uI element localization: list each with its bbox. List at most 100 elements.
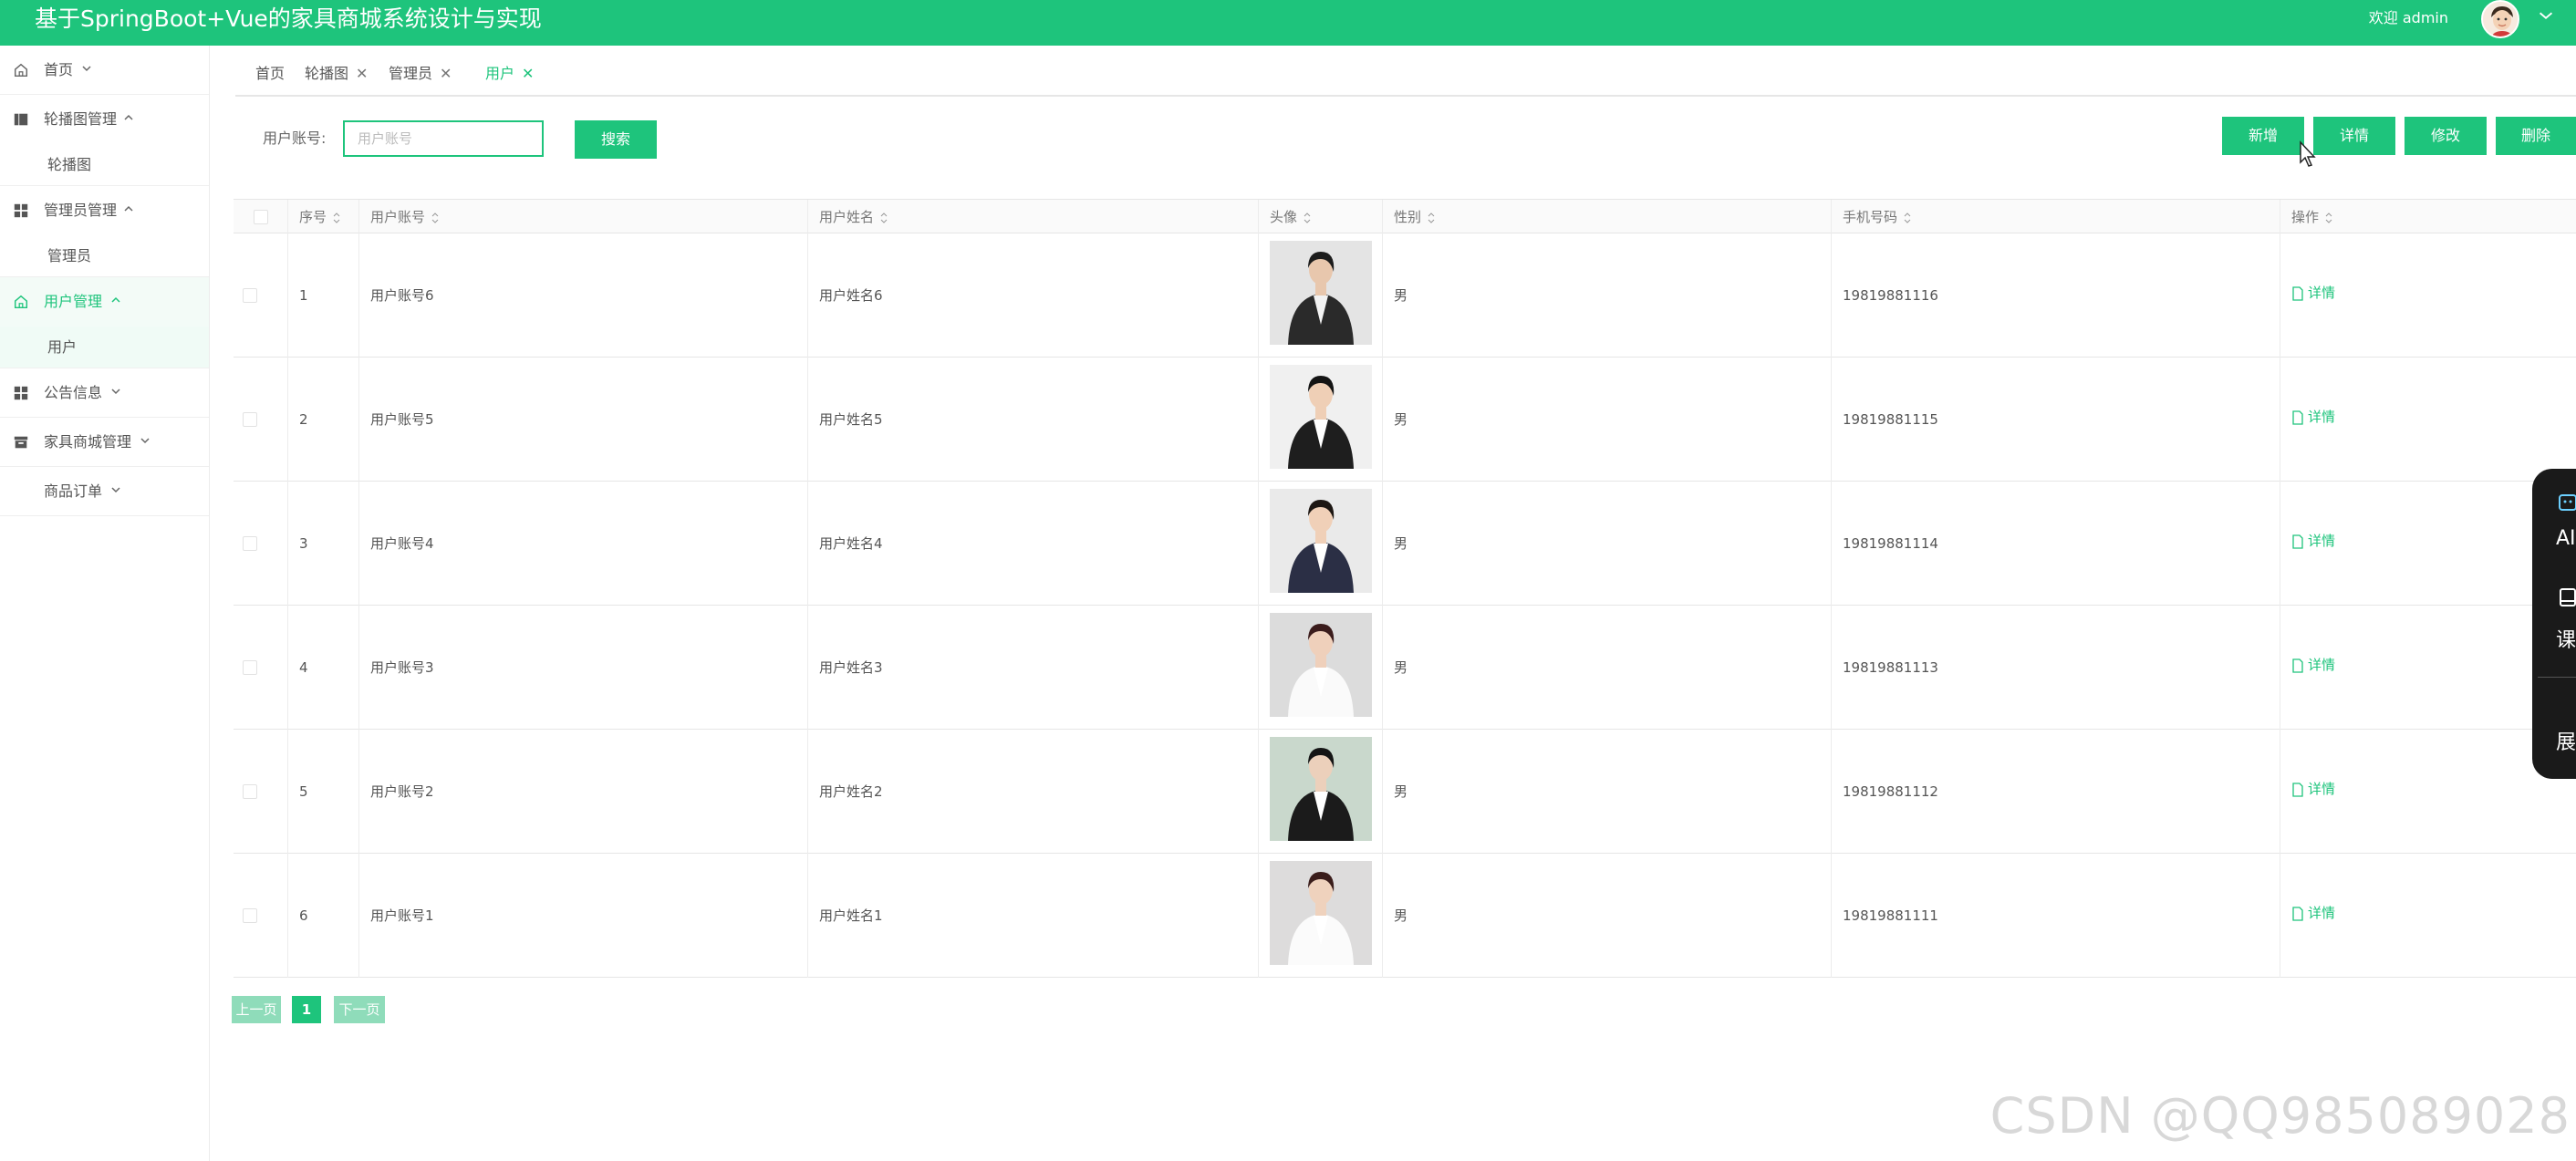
detail-link[interactable]: 详情	[2291, 905, 2335, 921]
document-icon	[2292, 409, 2303, 425]
column-header[interactable]: 序号	[288, 200, 359, 234]
float-panel-label: 课	[2556, 629, 2576, 652]
account-cell-text: 用户账号2	[370, 783, 434, 800]
tab-admin[interactable]: 管理员 ✕	[389, 60, 452, 88]
next-page-button[interactable]: 下一页	[334, 996, 385, 1023]
name-cell: 用户姓名6	[808, 233, 1259, 358]
column-header[interactable]: 操作	[2280, 200, 2576, 234]
sidebar-item-label: 轮播图管理	[44, 110, 118, 128]
column-label: 操作	[2291, 209, 2320, 225]
checkbox-cell	[234, 730, 288, 854]
sidebar-item-orders[interactable]: 商品订单	[0, 467, 209, 516]
close-icon[interactable]: ✕	[522, 65, 534, 82]
row-checkbox[interactable]	[243, 784, 257, 799]
user-photo[interactable]	[1270, 365, 1372, 469]
user-photo[interactable]	[1270, 737, 1372, 841]
gender-cell: 男	[1383, 233, 1832, 358]
sidebar-item-admin-management[interactable]: 管理员管理	[0, 186, 209, 235]
detail-link[interactable]: 详情	[2291, 285, 2335, 301]
column-header[interactable]: 头像	[1259, 200, 1383, 234]
row-checkbox[interactable]	[243, 908, 257, 923]
table-row: 2 用户账号5 用户姓名5 男 19819881115 详情	[234, 358, 2576, 482]
index-cell-text: 6	[299, 907, 308, 924]
gender-cell-text: 男	[1394, 287, 1408, 304]
sort-icon[interactable]	[332, 212, 341, 224]
search-input[interactable]	[343, 120, 544, 157]
row-checkbox[interactable]	[243, 412, 257, 427]
checkbox-cell	[234, 482, 288, 606]
index-cell-text: 4	[299, 659, 308, 676]
detail-link-label: 详情	[2308, 533, 2336, 549]
prev-page-button[interactable]: 上一页	[232, 996, 281, 1023]
sort-icon[interactable]	[2324, 212, 2333, 224]
sidebar-item-home[interactable]: 首页	[0, 46, 209, 95]
detail-link[interactable]: 详情	[2291, 657, 2335, 673]
account-cell-text: 用户账号6	[370, 287, 434, 304]
sort-icon[interactable]	[1303, 212, 1312, 224]
detail-link[interactable]: 详情	[2291, 533, 2335, 549]
close-icon[interactable]: ✕	[440, 65, 452, 82]
sort-icon[interactable]	[879, 212, 888, 224]
tab-home[interactable]: 首页	[255, 60, 285, 88]
gender-cell: 男	[1383, 730, 1832, 854]
detail-link[interactable]: 详情	[2291, 781, 2335, 797]
row-checkbox[interactable]	[243, 536, 257, 551]
divider	[2538, 677, 2576, 678]
select-all-checkbox[interactable]	[254, 210, 268, 224]
avatar-cell	[1259, 854, 1383, 978]
column-header[interactable]: 性别	[1383, 200, 1832, 234]
gender-cell-text: 男	[1394, 659, 1408, 676]
search-button[interactable]: 搜索	[575, 120, 657, 159]
sidebar-subitem-carousel[interactable]: 轮播图	[0, 144, 209, 186]
name-cell: 用户姓名5	[808, 358, 1259, 482]
account-cell: 用户账号4	[359, 482, 808, 606]
float-panel-label: AI	[2556, 527, 2576, 550]
page-number-button[interactable]: 1	[292, 996, 321, 1023]
sort-icon[interactable]	[1427, 212, 1436, 224]
sidebar-item-carousel-management[interactable]: 轮播图管理	[0, 95, 209, 144]
user-photo[interactable]	[1270, 241, 1372, 345]
select-all-cell	[234, 200, 288, 234]
detail-button[interactable]: 详情	[2313, 117, 2395, 155]
close-icon[interactable]: ✕	[356, 65, 368, 82]
column-header[interactable]: 手机号码	[1832, 200, 2280, 234]
row-checkbox[interactable]	[243, 660, 257, 675]
sidebar-subitem-user[interactable]: 用户	[0, 327, 209, 368]
name-cell-text: 用户姓名3	[819, 659, 883, 676]
gender-cell-text: 男	[1394, 535, 1408, 552]
user-photo[interactable]	[1270, 613, 1372, 717]
phone-cell-text: 19819881114	[1843, 535, 1938, 552]
chevron-down-icon[interactable]	[2536, 5, 2556, 26]
row-checkbox[interactable]	[243, 288, 257, 303]
sidebar-item-furniture-mall[interactable]: 家具商城管理	[0, 418, 209, 467]
table-row: 1 用户账号6 用户姓名6 男 19819881116 详情	[234, 233, 2576, 358]
book-icon	[2560, 588, 2576, 606]
edit-button[interactable]: 修改	[2405, 117, 2487, 155]
avatar-cell	[1259, 730, 1383, 854]
chevron-down-icon	[140, 438, 150, 444]
tab-carousel[interactable]: 轮播图 ✕	[305, 60, 368, 88]
index-cell-text: 5	[299, 783, 308, 800]
column-label: 性别	[1394, 209, 1422, 225]
user-photo[interactable]	[1270, 861, 1372, 965]
name-cell: 用户姓名1	[808, 854, 1259, 978]
detail-link-label: 详情	[2308, 285, 2336, 301]
column-header[interactable]: 用户账号	[359, 200, 808, 234]
add-button[interactable]: 新增	[2222, 117, 2304, 155]
sidebar-item-user-management[interactable]: 用户管理	[0, 277, 209, 327]
detail-link[interactable]: 详情	[2291, 409, 2335, 425]
user-avatar[interactable]	[2481, 0, 2519, 38]
tab-user[interactable]: 用户 ✕	[485, 60, 534, 88]
column-header[interactable]: 用户姓名	[808, 200, 1259, 234]
floating-toolbar[interactable]: AI 课 展	[2532, 469, 2576, 779]
sort-icon[interactable]	[1903, 212, 1912, 224]
account-cell: 用户账号3	[359, 606, 808, 730]
delete-button[interactable]: 删除	[2496, 117, 2576, 155]
sidebar-subitem-admin[interactable]: 管理员	[0, 235, 209, 277]
user-photo[interactable]	[1270, 489, 1372, 593]
table-row: 6 用户账号1 用户姓名1 男 19819881111 详情	[234, 854, 2576, 978]
sort-icon[interactable]	[431, 212, 440, 224]
sidebar-item-announcements[interactable]: 公告信息	[0, 368, 209, 418]
avatar-cell	[1259, 233, 1383, 358]
tab-label: 用户	[485, 65, 515, 82]
